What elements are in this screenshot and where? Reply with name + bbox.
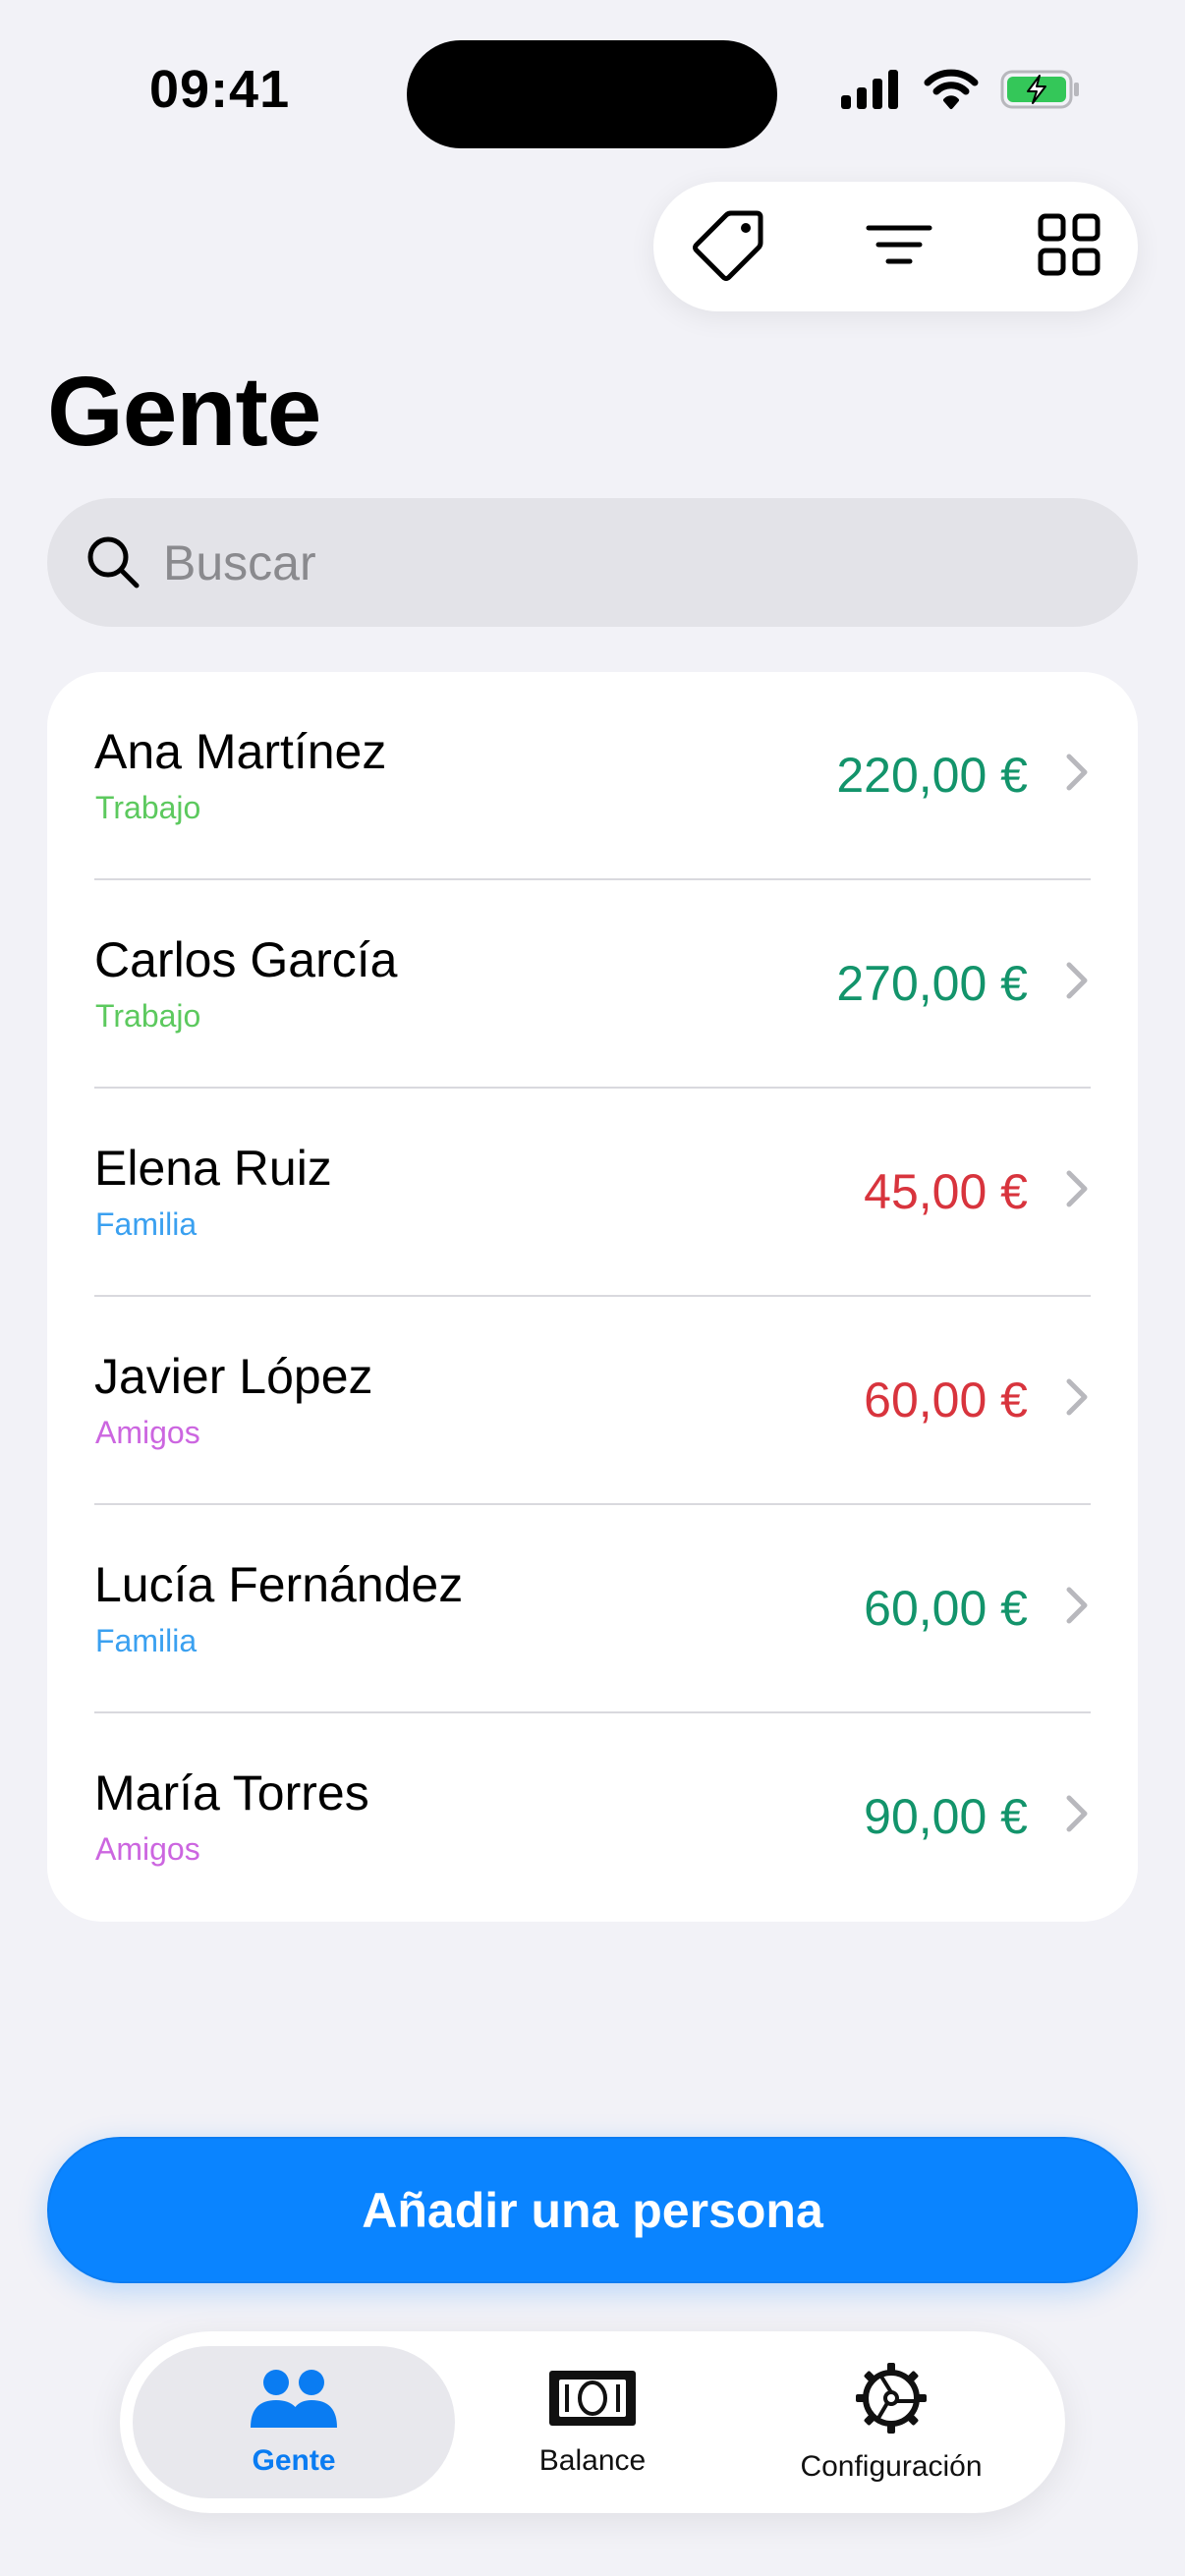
battery-charging-icon — [1000, 70, 1081, 114]
person-balance: 90,00 € — [864, 1789, 1028, 1844]
screen: 09:41 Gente Buscar Ana Martínez Trabajo … — [0, 0, 1185, 2576]
chevron-right-icon — [1065, 1586, 1089, 1630]
tab-label: Gente — [252, 2444, 336, 2477]
tags-button[interactable] — [690, 207, 768, 286]
tab-bar: Gente Balance Configuración — [120, 2331, 1065, 2513]
list-item[interactable]: Carlos García Trabajo 270,00 € — [47, 880, 1138, 1089]
person-tag: Amigos — [95, 1415, 200, 1450]
person-balance: 60,00 € — [864, 1581, 1028, 1636]
person-name: Carlos García — [94, 932, 398, 987]
cellular-signal-icon — [841, 70, 902, 114]
person-balance: 45,00 € — [864, 1164, 1028, 1219]
dynamic-island — [407, 40, 777, 148]
tab-label: Balance — [538, 2444, 647, 2477]
person-tag: Familia — [95, 1623, 198, 1658]
status-time: 09:41 — [149, 60, 291, 119]
list-item[interactable]: Ana Martínez Trabajo 220,00 € — [47, 672, 1138, 880]
person-name: Lucía Fernández — [94, 1557, 464, 1612]
list-item[interactable]: Javier López Amigos 60,00 € — [47, 1297, 1138, 1505]
chevron-right-icon — [1065, 961, 1089, 1005]
list-item[interactable]: María Torres Amigos 90,00 € — [47, 1713, 1138, 1922]
status-icons — [841, 69, 1081, 115]
page-title: Gente — [47, 357, 321, 467]
wifi-icon — [924, 69, 979, 115]
person-balance: 270,00 € — [836, 956, 1028, 1011]
tag-icon — [692, 207, 766, 287]
sort-filter-button[interactable] — [860, 207, 938, 286]
banknote-icon — [547, 2367, 638, 2435]
person-name: Javier López — [94, 1349, 373, 1404]
list-item[interactable]: Lucía Fernández Familia 60,00 € — [47, 1505, 1138, 1713]
tab-configuracion[interactable]: Configuración — [730, 2346, 1052, 2498]
search-input[interactable] — [161, 528, 1049, 598]
add-person-button[interactable]: Añadir una persona — [47, 2137, 1138, 2283]
grid-view-button[interactable] — [1030, 207, 1108, 286]
person-tag: Amigos — [95, 1831, 200, 1867]
chevron-right-icon — [1065, 1169, 1089, 1213]
person-name: Elena Ruiz — [94, 1141, 332, 1196]
gear-icon — [854, 2361, 929, 2440]
list-item[interactable]: Elena Ruiz Familia 45,00 € — [47, 1089, 1138, 1297]
chevron-right-icon — [1065, 1377, 1089, 1422]
toolbar — [653, 182, 1138, 311]
person-name: María Torres — [94, 1765, 369, 1820]
chevron-right-icon — [1065, 753, 1089, 797]
search-bar[interactable] — [47, 498, 1138, 627]
person-tag: Trabajo — [95, 998, 201, 1034]
people-icon — [247, 2367, 341, 2435]
tab-balance[interactable]: Balance — [455, 2346, 730, 2498]
filter-lines-icon — [865, 220, 933, 274]
search-icon — [85, 533, 141, 595]
grid-icon — [1038, 213, 1100, 281]
person-name: Ana Martínez — [94, 724, 387, 779]
chevron-right-icon — [1065, 1794, 1089, 1838]
person-tag: Trabajo — [95, 790, 201, 825]
tab-label: Configuración — [800, 2450, 983, 2483]
person-balance: 60,00 € — [864, 1372, 1028, 1428]
tab-gente[interactable]: Gente — [133, 2346, 455, 2498]
person-tag: Familia — [95, 1206, 198, 1242]
people-list: Ana Martínez Trabajo 220,00 € Carlos Gar… — [47, 672, 1138, 1922]
person-balance: 220,00 € — [836, 748, 1028, 803]
